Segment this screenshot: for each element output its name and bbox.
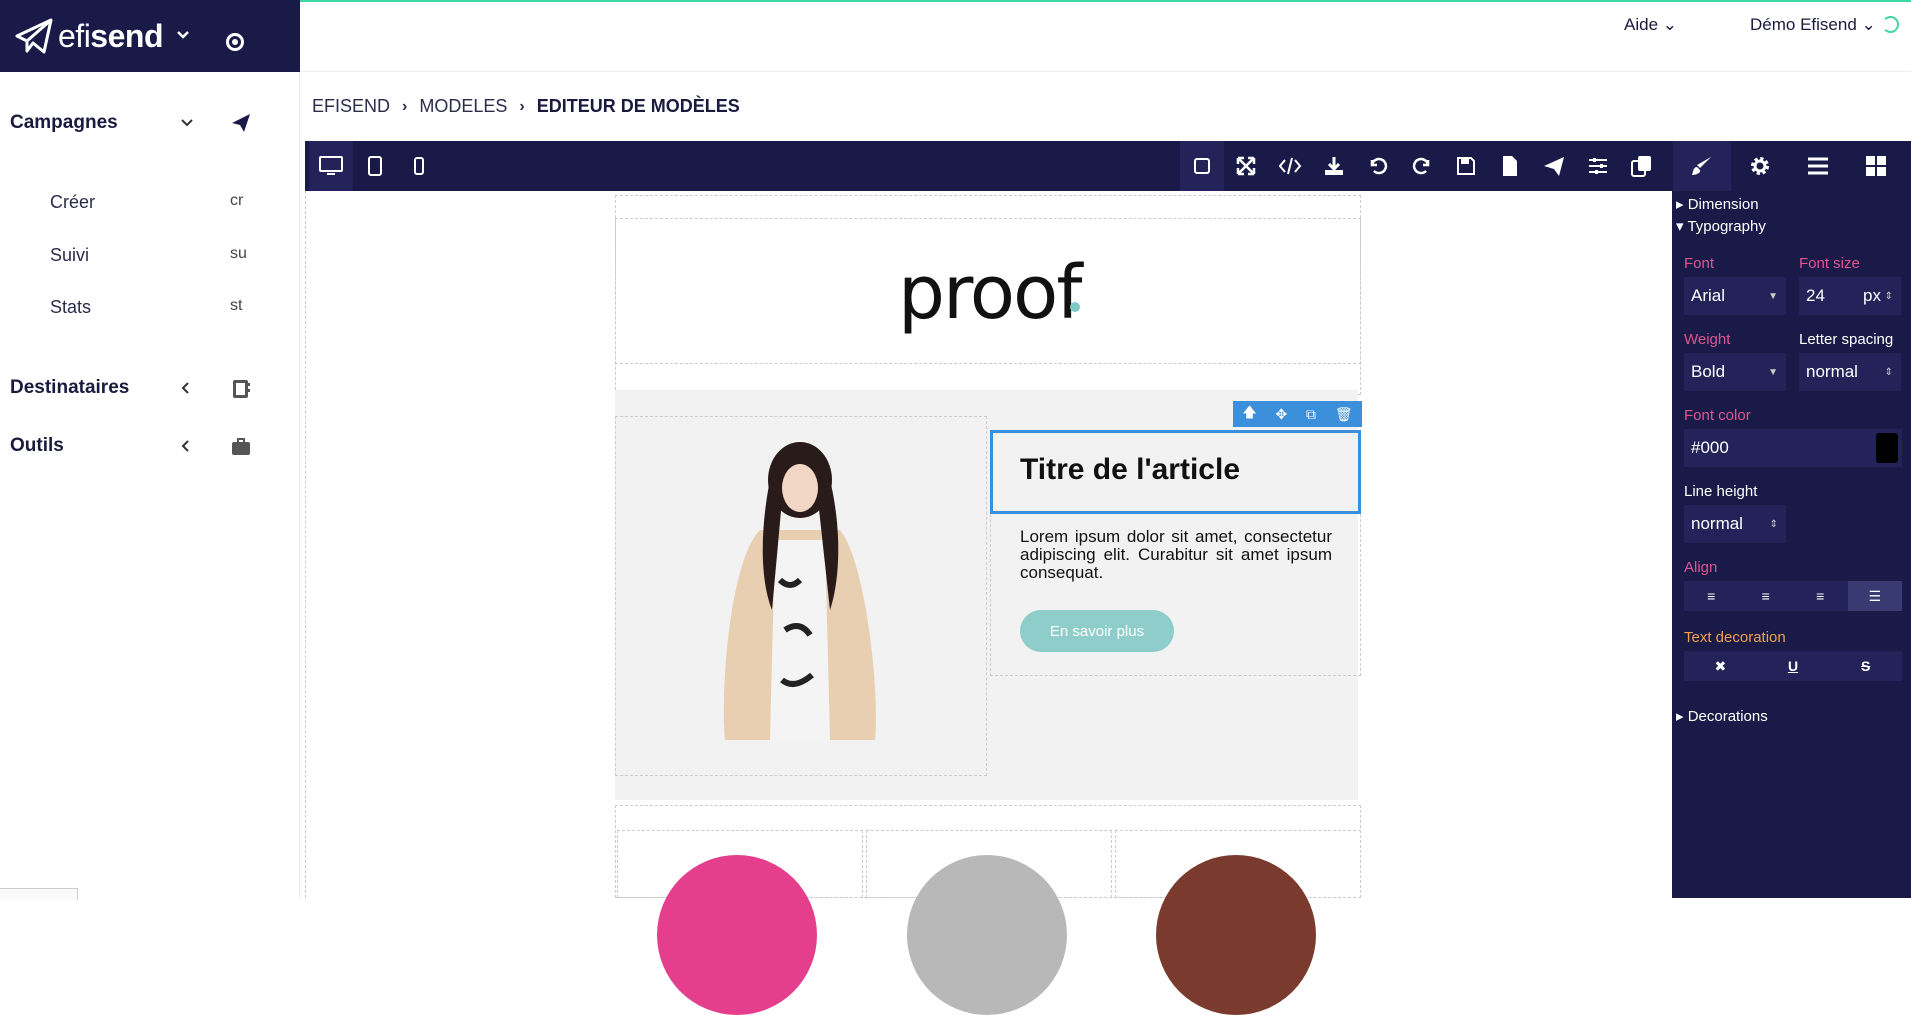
section-decorations[interactable]: ▸ Decorations xyxy=(1676,707,1768,725)
strikethrough-icon[interactable]: S xyxy=(1829,651,1902,681)
sidebar-item-stats[interactable]: Stats xyxy=(50,297,91,318)
brand-name[interactable]: efisend xyxy=(58,18,163,55)
cta-button[interactable]: En savoir plus xyxy=(1020,610,1174,652)
target-icon[interactable] xyxy=(226,33,244,51)
chevron-down-icon[interactable] xyxy=(176,30,190,40)
status-tooltip xyxy=(0,888,78,900)
template-logo: proof xyxy=(898,250,1082,336)
layer-manager-bars-icon[interactable] xyxy=(1789,141,1847,191)
chevron-left-icon[interactable] xyxy=(180,381,190,395)
paper-plane-logo-icon xyxy=(15,18,53,54)
user-menu[interactable]: Démo Efisend ⌄ xyxy=(1750,15,1876,35)
sidebar-item-abbr: cr xyxy=(230,192,244,209)
sidebar-item-abbr: st xyxy=(230,297,243,314)
loading-spinner-icon xyxy=(1882,16,1899,33)
desktop-view-icon[interactable] xyxy=(309,141,353,191)
align-label: Align xyxy=(1684,559,1718,576)
weight-label: Weight xyxy=(1684,331,1731,348)
send-icon[interactable] xyxy=(1532,141,1576,191)
align-right-icon[interactable]: ≡ xyxy=(1793,581,1848,611)
text-decoration-group: ✖ U S xyxy=(1684,651,1902,681)
brand-bar: efisend xyxy=(0,0,300,72)
block-toolbar: 🡅 ✥ ⧉ 🗑 xyxy=(1233,401,1362,427)
article-body[interactable]: Lorem ipsum dolor sit amet, consectetur … xyxy=(1020,528,1332,582)
toggle-borders-icon[interactable] xyxy=(1180,141,1224,191)
blocks-grid-icon[interactable] xyxy=(1847,141,1905,191)
document-icon[interactable] xyxy=(1488,141,1532,191)
font-color-input[interactable]: #000 xyxy=(1684,429,1902,467)
sidebar-item-creer[interactable]: Créer xyxy=(50,192,95,213)
article-title[interactable]: Titre de l'article xyxy=(1020,453,1240,487)
underline-icon[interactable]: U xyxy=(1757,651,1830,681)
chevron-down-icon[interactable] xyxy=(180,118,194,128)
help-menu[interactable]: Aide ⌄ xyxy=(1624,15,1677,35)
align-group: ≡ ≡ ≡ ☰ xyxy=(1684,581,1902,611)
breadcrumb-modeles[interactable]: MODELES xyxy=(419,96,507,117)
delete-trash-icon[interactable]: 🗑 xyxy=(1335,406,1353,423)
paper-plane-icon xyxy=(232,114,250,132)
save-icon[interactable] xyxy=(1444,141,1488,191)
section-typography[interactable]: ▾ Typography xyxy=(1676,217,1766,235)
align-left-icon[interactable]: ≡ xyxy=(1684,581,1739,611)
select-parent-arrow-icon[interactable]: 🡅 xyxy=(1242,402,1256,426)
chevron-right-icon: › xyxy=(402,97,408,115)
chevron-left-icon[interactable] xyxy=(180,439,190,453)
copy-icon[interactable] xyxy=(1620,141,1664,191)
weight-select[interactable]: Bold ▼ xyxy=(1684,353,1786,391)
breadcrumb-current: EDITEUR DE MODÈLES xyxy=(536,96,740,116)
style-manager-brush-icon[interactable] xyxy=(1673,141,1731,191)
redo-icon[interactable] xyxy=(1400,141,1444,191)
undo-icon[interactable] xyxy=(1356,141,1400,191)
color-swatch[interactable] xyxy=(1876,433,1898,463)
decoration-none-icon[interactable]: ✖ xyxy=(1684,651,1757,681)
sidebar: Campagnes Créer cr Suivi su Stats st Des… xyxy=(0,72,300,898)
font-color-label: Font color xyxy=(1684,407,1751,424)
settings-sliders-icon[interactable] xyxy=(1576,141,1620,191)
line-height-input[interactable]: normal ⇕ xyxy=(1684,505,1786,543)
circle-image-2[interactable] xyxy=(907,855,1067,1015)
font-size-label: Font size xyxy=(1799,255,1860,272)
sidebar-section-outils[interactable]: Outils xyxy=(10,435,64,457)
fullscreen-icon[interactable] xyxy=(1224,141,1268,191)
clone-icon[interactable]: ⧉ xyxy=(1306,406,1316,423)
code-icon[interactable] xyxy=(1268,141,1312,191)
line-height-label: Line height xyxy=(1684,483,1758,500)
article-image[interactable] xyxy=(690,440,910,752)
letter-spacing-input[interactable]: normal ⇕ xyxy=(1799,353,1901,391)
font-select[interactable]: Arial ▼ xyxy=(1684,277,1786,315)
breadcrumb-efisend[interactable]: EFISEND xyxy=(312,96,390,117)
letter-spacing-label: Letter spacing xyxy=(1799,331,1894,348)
align-center-icon[interactable]: ≡ xyxy=(1739,581,1794,611)
logo-dot xyxy=(1070,302,1080,312)
style-panel: ▸ Dimension ▾ Typography Font Font size … xyxy=(1672,191,1911,898)
mobile-view-icon[interactable] xyxy=(397,141,441,191)
sidebar-item-abbr: su xyxy=(230,245,247,262)
editor-toolbar xyxy=(305,141,1911,191)
sidebar-section-campagnes[interactable]: Campagnes xyxy=(10,112,118,134)
font-label: Font xyxy=(1684,255,1715,272)
breadcrumb: EFISEND › MODELES › EDITEUR DE MODÈLES xyxy=(312,96,740,117)
text-decoration-label: Text decoration xyxy=(1684,629,1786,646)
trait-settings-gear-icon[interactable] xyxy=(1731,141,1789,191)
download-icon[interactable] xyxy=(1312,141,1356,191)
section-dimension[interactable]: ▸ Dimension xyxy=(1676,195,1759,213)
align-justify-icon[interactable]: ☰ xyxy=(1847,581,1902,611)
sidebar-section-destinataires[interactable]: Destinataires xyxy=(10,377,129,399)
top-header: Aide ⌄ Démo Efisend ⌄ xyxy=(300,2,1911,72)
tablet-view-icon[interactable] xyxy=(353,141,397,191)
font-size-input[interactable]: 24 px ⇕ xyxy=(1799,277,1901,315)
chevron-right-icon: › xyxy=(519,97,525,115)
circle-image-3[interactable] xyxy=(1156,855,1316,1015)
circle-image-1[interactable] xyxy=(657,855,817,1015)
move-icon[interactable]: ✥ xyxy=(1276,406,1288,423)
address-book-icon xyxy=(233,380,250,398)
sidebar-item-suivi[interactable]: Suivi xyxy=(50,245,89,266)
briefcase-icon xyxy=(232,438,250,455)
